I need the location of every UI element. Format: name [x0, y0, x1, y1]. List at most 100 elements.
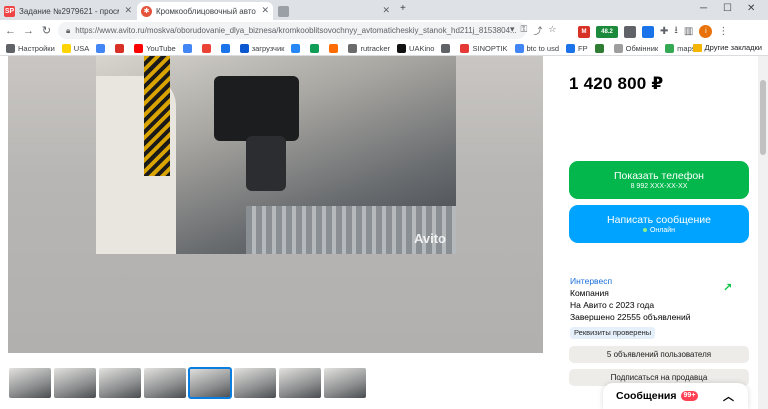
- bookmark-icon: [310, 43, 320, 53]
- page-scrollbar[interactable]: [758, 56, 768, 409]
- online-dot-icon: [642, 228, 647, 233]
- bookmark-item[interactable]: [329, 43, 341, 53]
- messages-label: Сообщения: [616, 390, 677, 402]
- extension-icon[interactable]: [642, 25, 654, 38]
- maximize-icon[interactable]: ☐: [723, 3, 732, 14]
- online-text: Онлайн: [649, 227, 676, 234]
- main-photo[interactable]: Avito: [96, 56, 456, 254]
- bookmark-item[interactable]: загрузчик: [239, 43, 284, 53]
- reload-icon[interactable]: ↻: [39, 24, 54, 37]
- bookmark-item[interactable]: [220, 43, 233, 53]
- show-phone-button[interactable]: Показать телефон 8 992 XXX-XX-XX: [569, 161, 749, 199]
- bookmark-item[interactable]: btc to usd: [514, 43, 559, 53]
- new-tab-icon[interactable]: +: [400, 3, 406, 14]
- star-icon[interactable]: ☆: [548, 24, 556, 37]
- photo-thumbnail[interactable]: [279, 368, 321, 398]
- url-text: https://www.avito.ru/moskva/oborudovanie…: [75, 26, 517, 35]
- close-icon[interactable]: ✕: [124, 5, 132, 16]
- tab-title: Задание №2979621 - просмотр з: [19, 6, 119, 16]
- write-message-button[interactable]: Написать сообщение Онлайн: [569, 205, 749, 243]
- omnibox-actions: ▾ ⚿ ⤴ ☆: [510, 24, 556, 37]
- bookmark-item[interactable]: maps: [665, 43, 696, 53]
- forward-icon[interactable]: →: [21, 25, 36, 37]
- bookmark-icon: [6, 43, 15, 53]
- photo-thumbnail[interactable]: [9, 368, 51, 398]
- extension-m-icon[interactable]: M: [578, 25, 590, 38]
- bookmark-item[interactable]: [291, 43, 303, 53]
- seller-info: Интервесп Компания На Авито с 2023 года …: [570, 275, 691, 323]
- download-icon[interactable]: ⭳: [674, 23, 678, 40]
- photo-thumbnail[interactable]: [188, 367, 232, 399]
- sidebar-icon[interactable]: ▥: [684, 26, 693, 37]
- bookmark-item[interactable]: Обмінник: [613, 43, 659, 53]
- chevron-up-icon[interactable]: ︿: [723, 388, 734, 404]
- photo-thumbnail[interactable]: [144, 368, 186, 398]
- menu-icon[interactable]: ⋮: [718, 26, 728, 37]
- bookmark-item[interactable]: Настройки: [6, 43, 55, 53]
- bookmark-item[interactable]: rutracker: [348, 43, 391, 53]
- show-phone-label: Показать телефон: [614, 170, 704, 182]
- tab-blank[interactable]: ✕: [274, 2, 394, 20]
- motor-image: [214, 76, 299, 141]
- bookmark-icon: [291, 43, 301, 53]
- photo-thumbnail[interactable]: [324, 368, 366, 398]
- extension-icon[interactable]: [624, 25, 636, 38]
- bookmark-item[interactable]: SINOPTIK: [460, 43, 508, 53]
- motor-shaft-image: [246, 136, 286, 191]
- avito-favicon-icon: ✱: [141, 5, 152, 17]
- bookmark-icon: [182, 43, 192, 53]
- bookmark-icon: [594, 43, 604, 53]
- scrollbar-thumb[interactable]: [760, 80, 766, 155]
- photo-thumbnail[interactable]: [234, 368, 276, 398]
- window-close-icon[interactable]: ✕: [747, 3, 755, 14]
- bookmark-icon: [514, 43, 524, 53]
- bookmark-icon: [115, 43, 125, 53]
- bookmark-icon: [460, 43, 470, 53]
- bookmark-label: Настройки: [18, 43, 55, 53]
- seller-logo-icon[interactable]: ↗: [723, 281, 735, 294]
- bookmark-item[interactable]: [310, 43, 322, 53]
- bookmark-icon: [348, 43, 358, 53]
- tab-assignment[interactable]: SP Задание №2979621 - просмотр з ✕: [0, 2, 136, 20]
- minimize-icon[interactable]: ─: [700, 3, 707, 14]
- avito-watermark: Avito: [413, 231, 446, 246]
- puzzle-icon[interactable]: ✚: [660, 26, 668, 37]
- bookmark-item[interactable]: [441, 43, 453, 53]
- tab-avito-listing[interactable]: ✱ Кромкооблицовочный автомат ✕: [137, 2, 273, 20]
- photo-thumbnail[interactable]: [99, 368, 141, 398]
- back-icon[interactable]: ←: [3, 25, 18, 37]
- messages-widget[interactable]: Сообщения 99+ ︿: [603, 383, 748, 409]
- photo-thumbnail[interactable]: [54, 368, 96, 398]
- bookmark-label: rutracker: [360, 43, 391, 53]
- close-icon[interactable]: ✕: [382, 5, 390, 16]
- bookmark-item[interactable]: [201, 43, 214, 53]
- profile-avatar[interactable]: i: [699, 25, 713, 38]
- bookmark-icon: [613, 43, 623, 53]
- user-listings-button[interactable]: 5 объявлений пользователя: [569, 346, 749, 363]
- tab-strip: SP Задание №2979621 - просмотр з ✕ ✱ Кро…: [0, 0, 768, 20]
- seller-name-link[interactable]: Интервесп: [570, 275, 691, 287]
- address-bar[interactable]: 🔒︎ https://www.avito.ru/moskva/oborudova…: [58, 22, 526, 39]
- share-icon[interactable]: ⤴: [533, 24, 542, 37]
- bookmark-item[interactable]: [182, 43, 195, 53]
- bookmark-item[interactable]: UAKino: [397, 43, 434, 53]
- bookmark-item[interactable]: [115, 43, 127, 53]
- dropdown-icon[interactable]: ▾: [510, 24, 515, 37]
- bookmark-icon: [96, 43, 106, 53]
- bookmark-label: Обмінник: [625, 43, 659, 53]
- bookmark-icon: [566, 43, 576, 53]
- other-bookmarks[interactable]: Другие закладки: [692, 43, 762, 52]
- close-icon[interactable]: ✕: [261, 5, 269, 16]
- bookmark-item[interactable]: [96, 43, 108, 53]
- bookmark-item[interactable]: YouTube: [134, 43, 176, 53]
- bookmark-item[interactable]: [594, 43, 607, 53]
- key-icon[interactable]: ⚿: [521, 24, 528, 37]
- bookmark-item[interactable]: FP: [566, 43, 588, 53]
- online-status: Онлайн: [642, 227, 676, 234]
- bookmark-item[interactable]: USA: [61, 43, 89, 53]
- phone-mask: 8 992 XXX-XX-XX: [630, 183, 688, 190]
- ltc-extension-icon[interactable]: 48.2: [596, 25, 618, 38]
- bookmarks-bar: Настройки USA YouTube загрузчик rutracker UAK…: [0, 41, 768, 56]
- verified-badge: Реквизиты проверены: [570, 327, 656, 339]
- bookmark-icon: [201, 43, 211, 53]
